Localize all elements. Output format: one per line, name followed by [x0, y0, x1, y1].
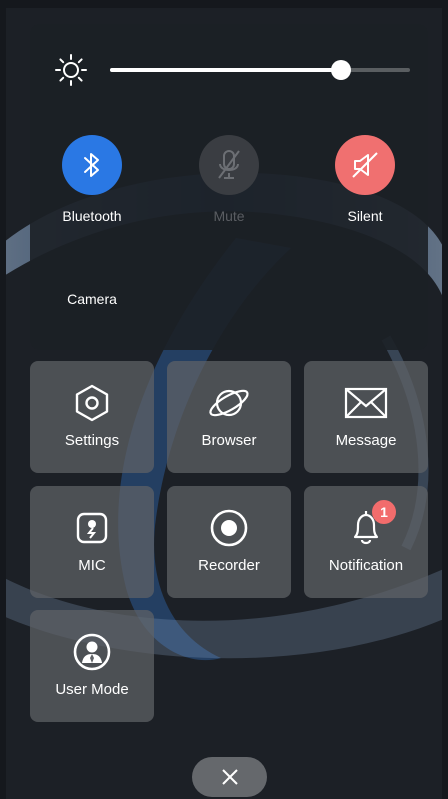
- bluetooth-icon: [84, 153, 99, 177]
- hexagon-gear-icon: [75, 384, 109, 422]
- mic-off-icon: [218, 150, 240, 179]
- browser-tile[interactable]: Browser: [167, 361, 291, 473]
- message-tile[interactable]: Message: [304, 361, 428, 473]
- bluetooth-button[interactable]: [62, 135, 122, 195]
- bluetooth-label: Bluetooth: [62, 208, 122, 224]
- browser-label: Browser: [201, 432, 257, 449]
- speaker-off-icon: [352, 152, 378, 178]
- mute-button[interactable]: [199, 135, 259, 195]
- slider-thumb[interactable]: [331, 60, 351, 80]
- notification-badge: 1: [372, 500, 396, 524]
- silent-toggle[interactable]: Silent: [305, 135, 425, 224]
- envelope-icon: [344, 387, 388, 419]
- mute-label: Mute: [213, 208, 245, 224]
- close-button[interactable]: [192, 757, 267, 797]
- user-mode-label: User Mode: [55, 681, 129, 698]
- brightness-icon: [55, 54, 87, 86]
- user-icon: [73, 633, 111, 671]
- record-icon: [210, 509, 248, 547]
- notification-label: Notification: [328, 557, 404, 574]
- recorder-tile[interactable]: Recorder: [167, 486, 291, 598]
- mute-toggle[interactable]: Mute: [169, 135, 289, 224]
- silent-button[interactable]: [335, 135, 395, 195]
- user-mode-tile[interactable]: User Mode: [30, 610, 154, 722]
- camera-toggle[interactable]: Camera: [32, 291, 152, 307]
- recorder-label: Recorder: [198, 557, 260, 574]
- silent-label: Silent: [347, 208, 383, 224]
- slider-fill: [110, 68, 341, 72]
- close-icon: [221, 769, 238, 785]
- brightness-slider[interactable]: [110, 60, 410, 80]
- mic-label: MIC: [78, 557, 106, 574]
- bluetooth-toggle[interactable]: Bluetooth: [32, 135, 152, 224]
- mic-chip-icon: [76, 512, 108, 544]
- mic-tile[interactable]: MIC: [30, 486, 154, 598]
- planet-icon: [209, 389, 249, 417]
- control-center: Bluetooth Mute Silent Camera Settings Br…: [6, 8, 442, 799]
- settings-tile[interactable]: Settings: [30, 361, 154, 473]
- settings-label: Settings: [64, 432, 120, 449]
- notification-tile[interactable]: 1 Notification: [304, 486, 428, 598]
- message-label: Message: [335, 432, 397, 449]
